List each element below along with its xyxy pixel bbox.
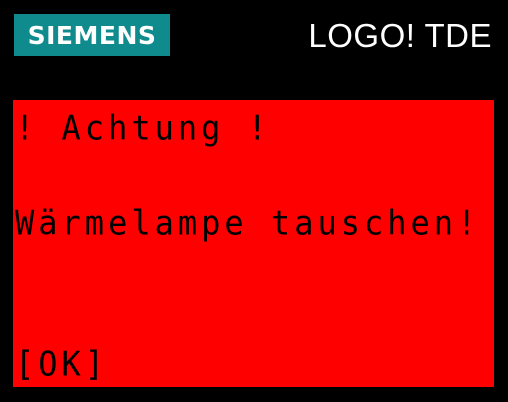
siemens-logo: SIEMENS xyxy=(14,14,170,56)
alert-message: Wärmelampe tauschen! xyxy=(15,202,481,243)
brand-name: SIEMENS xyxy=(27,20,157,50)
lcd-message-display: ! Achtung ! Wärmelampe tauschen! [OK] xyxy=(13,100,494,387)
device-header: SIEMENS LOGO! TDE xyxy=(0,0,508,100)
ok-button[interactable]: [OK] xyxy=(15,345,108,383)
alert-heading: ! Achtung ! xyxy=(15,107,271,148)
device-title: LOGO! TDE xyxy=(308,17,492,54)
